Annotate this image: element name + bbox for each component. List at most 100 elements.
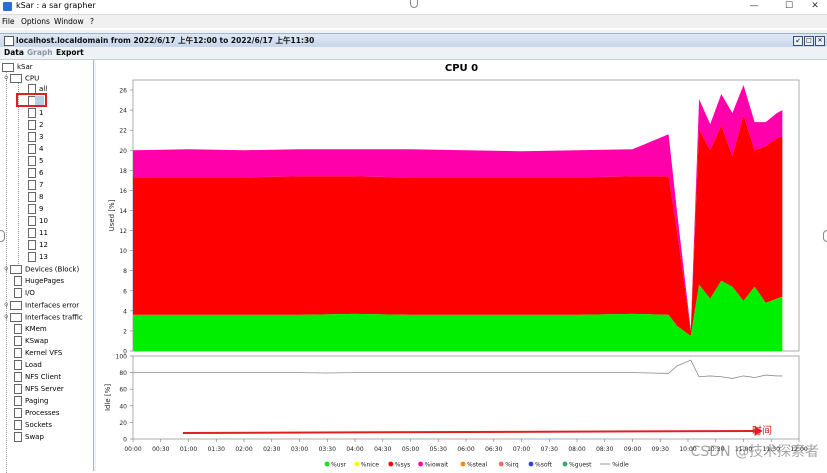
y-axis-label: Used [%]: [108, 199, 116, 231]
tree-cpu-item[interactable]: 10: [28, 216, 48, 227]
tree-item[interactable]: NFS Server: [14, 384, 64, 395]
tree-cpu-item[interactable]: 13: [28, 252, 48, 263]
file-icon: [28, 132, 36, 142]
tree-cpu-item[interactable]: 9: [28, 204, 43, 215]
tree-cpu-item[interactable]: 7: [28, 180, 43, 191]
folder-icon: [10, 301, 22, 310]
folder-icon: [10, 313, 22, 322]
y-tick-label: 20: [119, 420, 127, 427]
frame-close-button[interactable]: ✕: [815, 36, 825, 46]
right-resize-handle[interactable]: [823, 230, 827, 242]
file-icon: [28, 108, 36, 118]
y-tick-label: 40: [119, 403, 127, 410]
legend-label: %steal: [467, 462, 488, 469]
tree-item[interactable]: I/O: [14, 288, 35, 299]
tree-item-label: NFS Client: [25, 373, 62, 381]
file-icon: [28, 168, 36, 178]
left-resize-handle[interactable]: [0, 230, 5, 242]
iconify-button[interactable]: ↙: [793, 36, 803, 46]
x-tick-label: 03:00: [291, 446, 308, 453]
tree-item[interactable]: Processes: [14, 408, 60, 419]
file-icon: [28, 204, 36, 214]
tree-cpu-item-label: 2: [39, 121, 44, 129]
tree-cpu-item-label: 3: [39, 133, 44, 141]
time-annotation: 时间: [752, 426, 772, 437]
tree-cpu-item-label: all: [39, 85, 48, 93]
legend-swatch: [418, 461, 423, 467]
legend-swatch: [388, 461, 394, 467]
file-icon: [14, 372, 22, 382]
tree-cpu-item[interactable]: 1: [28, 108, 43, 119]
menu-export[interactable]: Export: [56, 48, 84, 57]
x-tick-label: 09:00: [624, 446, 641, 453]
tree-cpu-item[interactable]: 8: [28, 192, 43, 203]
file-icon: [28, 120, 36, 130]
menu-help[interactable]: ?: [90, 17, 94, 26]
legend-swatch: [528, 461, 534, 467]
menu-file[interactable]: File: [2, 17, 15, 26]
file-icon: [14, 408, 22, 418]
tree-cpu-item[interactable]: 11: [28, 228, 48, 239]
legend-swatch: [354, 461, 360, 467]
tree-cpu-label: CPU: [25, 74, 40, 83]
tree-item[interactable]: NFS Client: [14, 372, 61, 383]
y-tick-label: 80: [119, 370, 127, 377]
x-tick-label: 01:00: [180, 446, 197, 453]
y-tick-label: 100: [116, 354, 128, 361]
tree-item-label: Sockets: [25, 421, 53, 429]
tree-item-label: Kernel VFS: [25, 349, 63, 357]
menu-graph[interactable]: Graph: [27, 48, 53, 57]
y-tick-label: 6: [123, 288, 127, 295]
app-icon: [3, 2, 12, 11]
tree-item[interactable]: Paging: [14, 396, 48, 407]
top-resize-handle[interactable]: [410, 0, 418, 8]
tree-item[interactable]: ⚲ Interfaces traffic: [4, 312, 83, 323]
cpu-chart: 02468101214161820222426Used [%]020406080…: [104, 79, 808, 469]
menu-data[interactable]: Data: [4, 48, 24, 57]
tree-item[interactable]: Load: [14, 360, 42, 371]
file-icon: [14, 324, 22, 334]
menu-options[interactable]: Options: [21, 17, 50, 26]
maximize-button[interactable]: ☐: [777, 0, 801, 13]
menu-window[interactable]: Window: [54, 17, 84, 26]
file-icon: [14, 288, 22, 298]
legend-label: %nice: [361, 462, 379, 469]
tree-cpu-item[interactable]: 5: [28, 156, 43, 167]
x-tick-label: 03:30: [319, 446, 336, 453]
close-button[interactable]: ✕: [803, 0, 827, 13]
tree-item[interactable]: Sockets: [14, 420, 52, 431]
restore-button[interactable]: □: [804, 36, 814, 46]
tree-item[interactable]: ⚲ Interfaces error: [4, 300, 79, 311]
y-tick-label: 24: [119, 108, 127, 115]
y-tick-label: 60: [119, 387, 127, 394]
tree-item[interactable]: KMem: [14, 324, 47, 335]
tree-cpu-item-label: 8: [39, 193, 44, 201]
tree-item-label: Swap: [25, 433, 44, 441]
tree-cpu-item[interactable]: 12: [28, 240, 48, 251]
tree-root[interactable]: kSar: [2, 62, 33, 73]
tree-item[interactable]: KSwap: [14, 336, 49, 347]
tree-item[interactable]: HugePages: [14, 276, 64, 287]
legend-label: %guest: [569, 462, 592, 469]
y-tick-label: 22: [119, 128, 127, 135]
tree-item-label: Load: [25, 361, 42, 369]
tree-cpu[interactable]: ⚲ CPU: [4, 73, 39, 84]
tree-item[interactable]: Kernel VFS: [14, 348, 62, 359]
legend-label: %irq: [505, 462, 519, 469]
minimize-button[interactable]: —: [742, 0, 766, 13]
y-tick-label: 16: [119, 188, 127, 195]
tree-item-label: Interfaces error: [25, 301, 80, 310]
tree-cpu-item[interactable]: 2: [28, 120, 43, 131]
legend-swatch: [498, 461, 504, 467]
file-icon: [28, 240, 36, 250]
tree-cpu-item[interactable]: 6: [28, 168, 43, 179]
x-tick-label: 05:00: [402, 446, 419, 453]
tree-item[interactable]: ⚲ Devices (Block): [4, 264, 79, 275]
tree-item[interactable]: Swap: [14, 432, 44, 443]
chart-panel: CPU 0 0 2 4 6 8 10 12 14 16 18 20 22 24 26 Used [%] 0 20…: [96, 60, 827, 471]
folder-icon: [10, 265, 22, 274]
tree-cpu-item[interactable]: 4: [28, 144, 43, 155]
tree-cpu-item[interactable]: 3: [28, 132, 43, 143]
document-icon: [4, 36, 14, 46]
tree-item-label: HugePages: [25, 277, 65, 285]
